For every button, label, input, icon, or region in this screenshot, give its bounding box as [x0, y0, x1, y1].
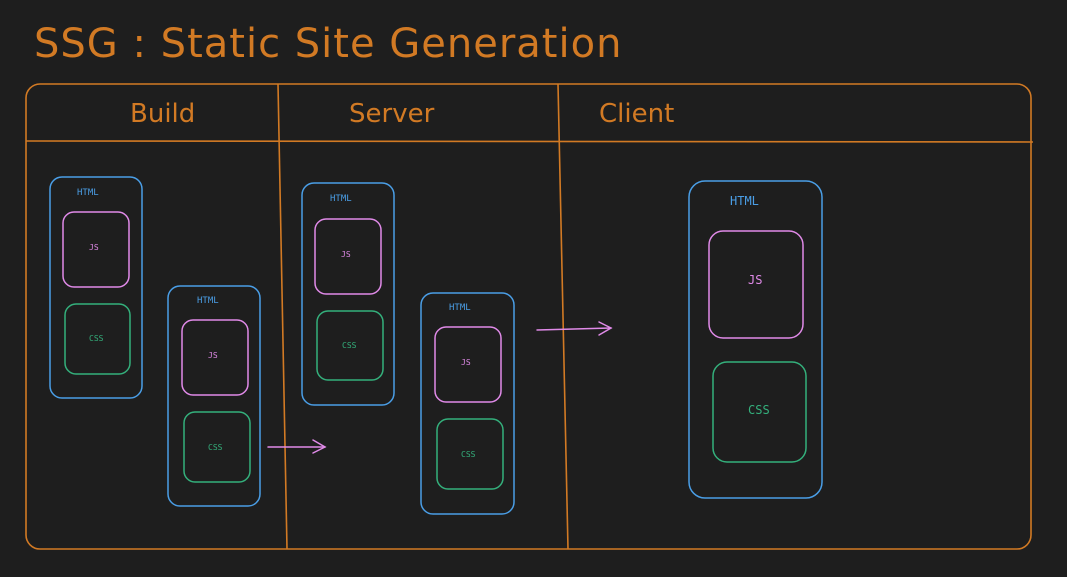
css-label: CSS [208, 443, 223, 452]
column-header-build: Build [130, 99, 195, 129]
js-label: JS [341, 250, 351, 259]
ssg-diagram: SSG : Static Site Generation Build Serve… [25, 21, 1034, 550]
header-divider [25, 140, 1034, 143]
html-label: HTML [449, 303, 471, 313]
column-header-server: Server [349, 99, 435, 129]
build-page-bundle-1: HTML JS CSS [49, 176, 143, 399]
html-label: HTML [197, 296, 219, 306]
html-container [688, 180, 823, 499]
html-label: HTML [77, 188, 99, 198]
build-page-bundle-2: HTML JS CSS [167, 285, 261, 507]
column-header-client: Client [599, 99, 674, 129]
js-label: JS [89, 243, 99, 252]
outer-frame [25, 83, 1032, 550]
js-label: JS [461, 358, 471, 367]
server-page-bundle-1: HTML JS CSS [301, 182, 395, 406]
column-divider-server-client [557, 83, 569, 550]
html-container [167, 285, 261, 507]
arrow-server-to-client [536, 321, 613, 336]
html-label: HTML [330, 194, 352, 204]
css-label: CSS [748, 403, 770, 417]
js-label: JS [748, 273, 762, 287]
css-label: CSS [89, 334, 104, 343]
js-label: JS [208, 351, 218, 360]
arrow-build-to-server [267, 439, 327, 454]
server-page-bundle-2: HTML JS CSS [420, 292, 515, 515]
diagram-title: SSG : Static Site Generation [34, 21, 622, 67]
css-label: CSS [461, 450, 476, 459]
html-container [420, 292, 515, 515]
column-divider-build-server [277, 83, 288, 550]
client-page-bundle: HTML JS CSS [688, 180, 823, 499]
css-label: CSS [342, 341, 357, 350]
html-label: HTML [730, 194, 759, 208]
